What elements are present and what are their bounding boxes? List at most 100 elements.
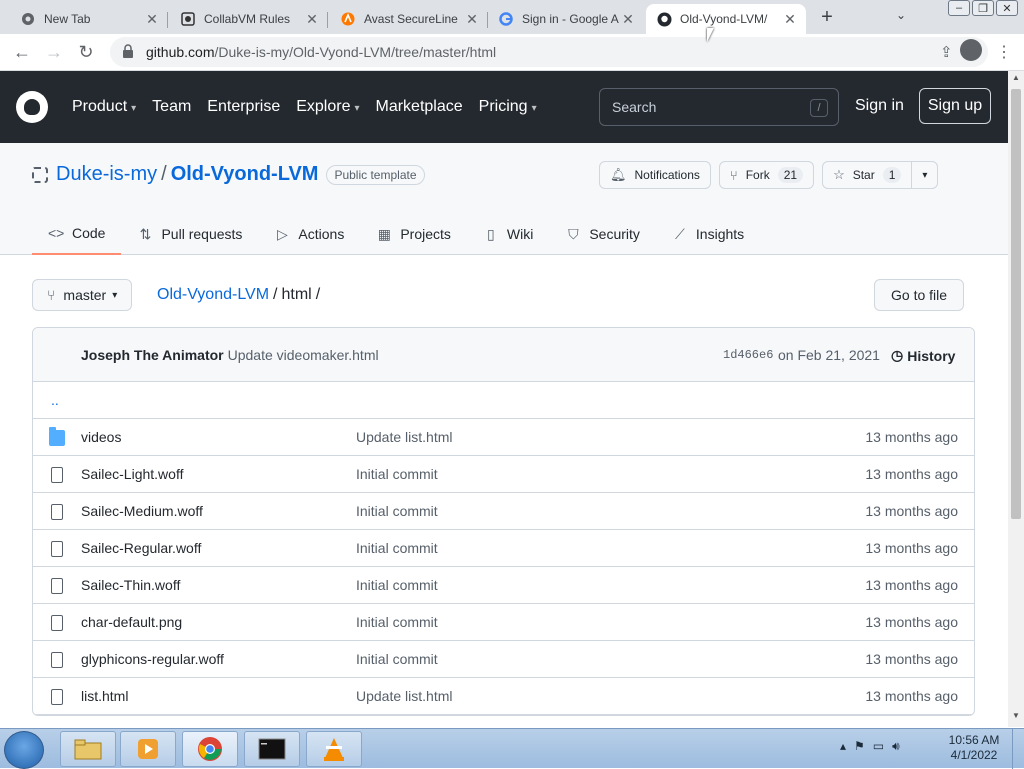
file-listing: Joseph The Animator Update videomaker.ht… (32, 327, 975, 716)
code-icon: <> (48, 225, 65, 241)
file-row[interactable]: Sailec-Light.woff Initial commit 13 months… (33, 456, 974, 493)
tab-new-tab[interactable]: New Tab ✕ (0, 4, 168, 34)
notifications-label: Notifications (634, 168, 700, 182)
scroll-down-arrow-icon[interactable]: ▼ (1008, 711, 1024, 725)
directory-row[interactable]: videos Update list.html 13 months ago (33, 419, 974, 456)
vlc-taskbar-icon[interactable] (306, 731, 362, 767)
action-center-icon[interactable]: ⚑ (854, 739, 865, 754)
cmd-taskbar-icon[interactable] (244, 731, 300, 767)
scrollbar-thumb[interactable] (1011, 89, 1021, 519)
go-to-file-button[interactable]: Go to file (874, 279, 965, 311)
tab-close-icon[interactable]: ✕ (304, 11, 320, 28)
start-button[interactable] (4, 731, 44, 769)
repo-owner-link[interactable]: Duke-is-my (56, 163, 157, 186)
file-row[interactable]: Sailec-Thin.woff Initial commit 13 months … (33, 567, 974, 604)
file-row[interactable]: Sailec-Regular.woff Initial commit 13 mont… (33, 530, 974, 567)
sign-in-link[interactable]: Sign in (855, 97, 904, 115)
share-icon[interactable]: ⇪ (940, 43, 953, 61)
nav-pricing[interactable]: Pricing ▾ (479, 98, 537, 116)
page-scrollbar[interactable]: ▲ ▼ (1008, 71, 1024, 727)
file-name-link[interactable]: Sailec-Thin.woff (81, 577, 180, 593)
file-row[interactable]: char-default.png Initial commit 13 months … (33, 604, 974, 641)
repo-name-link[interactable]: Old-Vyond-LVM (171, 163, 319, 186)
show-desktop-button[interactable] (1012, 729, 1024, 769)
tab-security[interactable]: ⛉ Security (549, 213, 656, 255)
file-name-link[interactable]: Sailec-Light.woff (81, 466, 183, 482)
commit-author-link[interactable]: Joseph The Animator (81, 347, 224, 363)
profile-avatar-icon[interactable] (960, 39, 982, 61)
volume-icon[interactable]: 🔊︎ (892, 739, 900, 754)
tray-expand-icon[interactable]: ▴ (840, 739, 846, 754)
new-tab-button[interactable]: + (816, 6, 838, 28)
history-link[interactable]: ◷ History (891, 347, 955, 364)
file-commit-message-link[interactable]: Update list.html (356, 688, 452, 704)
tab-code[interactable]: <> Code (32, 213, 122, 255)
tab-insights[interactable]: ⟋ Insights (656, 213, 760, 255)
system-clock[interactable]: 10:56 AM 4/1/2022 (944, 733, 1004, 763)
breadcrumb-repo-link[interactable]: Old-Vyond-LVM (157, 286, 269, 303)
explorer-taskbar-icon[interactable] (60, 731, 116, 767)
file-row[interactable]: Sailec-Medium.woff Initial commit 13 month… (33, 493, 974, 530)
file-commit-message-link[interactable]: Initial commit (356, 651, 438, 667)
file-name-link[interactable]: list.html (81, 688, 128, 704)
file-name-link[interactable]: videos (81, 429, 121, 445)
tab-github-active[interactable]: Old-Vyond-LVM/ ✕ (646, 4, 806, 34)
file-age: 13 months ago (865, 651, 958, 667)
address-bar[interactable]: github.com/Duke-is-my/Old-Vyond-LVM/tree… (110, 37, 988, 67)
file-commit-message-link[interactable]: Initial commit (356, 503, 438, 519)
forward-arrow-icon[interactable]: → (38, 36, 70, 68)
github-logo-icon[interactable] (16, 91, 48, 123)
minimize-button[interactable]: – (948, 0, 970, 16)
tab-actions[interactable]: ▷ Actions (258, 213, 360, 255)
maximize-button[interactable]: ❐ (972, 0, 994, 16)
file-commit-message-link[interactable]: Initial commit (356, 466, 438, 482)
file-name-link[interactable]: Sailec-Medium.woff (81, 503, 203, 519)
sign-up-button[interactable]: Sign up (919, 88, 991, 124)
tab-projects[interactable]: ▦ Projects (360, 213, 467, 255)
scroll-up-arrow-icon[interactable]: ▲ (1008, 73, 1024, 87)
file-commit-message-link[interactable]: Update list.html (356, 429, 452, 445)
file-row[interactable]: list.html Update list.html 13 months ago (33, 678, 974, 715)
tab-search-chevron-icon[interactable]: ⌄ (896, 8, 906, 22)
tab-close-icon[interactable]: ✕ (782, 11, 798, 28)
tab-google-sign-in[interactable]: Sign in - Google A ✕ (488, 4, 644, 34)
file-name-link[interactable]: char-default.png (81, 614, 182, 630)
nav-enterprise[interactable]: Enterprise (207, 98, 280, 116)
file-commit-message-link[interactable]: Initial commit (356, 577, 438, 593)
fork-button[interactable]: ⑂ Fork 21 (718, 161, 815, 189)
nav-team[interactable]: Team (152, 98, 191, 116)
nav-explore[interactable]: Explore ▾ (296, 98, 359, 116)
file-name-link[interactable]: glyphicons-regular.woff (81, 651, 224, 667)
tab-close-icon[interactable]: ✕ (464, 11, 480, 28)
commit-sha-link[interactable]: 1d466e6 (723, 348, 773, 362)
tab-pull-requests[interactable]: ⇅ Pull requests (121, 213, 258, 255)
branch-selector[interactable]: ⑂ master ▾ (32, 279, 133, 311)
commit-message-link[interactable]: Update videomaker.html (228, 347, 379, 363)
parent-directory-link[interactable]: .. (33, 382, 974, 419)
file-commit-message-link[interactable]: Initial commit (356, 540, 438, 556)
nav-marketplace[interactable]: Marketplace (376, 98, 463, 116)
network-icon[interactable]: ▭ (873, 739, 884, 754)
browser-menu-icon[interactable]: ⋮ (996, 42, 1012, 62)
star-button[interactable]: ☆ Star 1 (822, 161, 913, 189)
chrome-taskbar-icon[interactable] (182, 731, 238, 767)
close-window-button[interactable]: ✕ (996, 0, 1018, 16)
tab-avast-secureline[interactable]: Avast SecureLine ✕ (328, 4, 488, 34)
reload-icon[interactable]: ↻ (70, 36, 102, 68)
file-commit-message-link[interactable]: Initial commit (356, 614, 438, 630)
file-name-link[interactable]: Sailec-Regular.woff (81, 540, 201, 556)
file-row[interactable]: glyphicons-regular.woff Initial commit 13 … (33, 641, 974, 678)
github-search-input[interactable]: Search / (599, 88, 839, 126)
tab-close-icon[interactable]: ✕ (144, 11, 160, 28)
caret-down-icon: ▾ (922, 169, 928, 181)
nav-label: Product (72, 98, 128, 115)
tab-collabvm-rules[interactable]: CollabVM Rules ✕ (168, 4, 328, 34)
tab-close-icon[interactable]: ✕ (620, 11, 636, 28)
star-dropdown-button[interactable]: ▾ (912, 161, 939, 189)
notifications-button[interactable]: 🔔︎ Notifications (599, 161, 711, 189)
media-player-taskbar-icon[interactable] (120, 731, 176, 767)
author-avatar[interactable] (49, 342, 73, 367)
back-arrow-icon[interactable]: ← (6, 36, 38, 68)
nav-product[interactable]: Product ▾ (72, 98, 136, 116)
tab-wiki[interactable]: ▯ Wiki (467, 213, 549, 255)
